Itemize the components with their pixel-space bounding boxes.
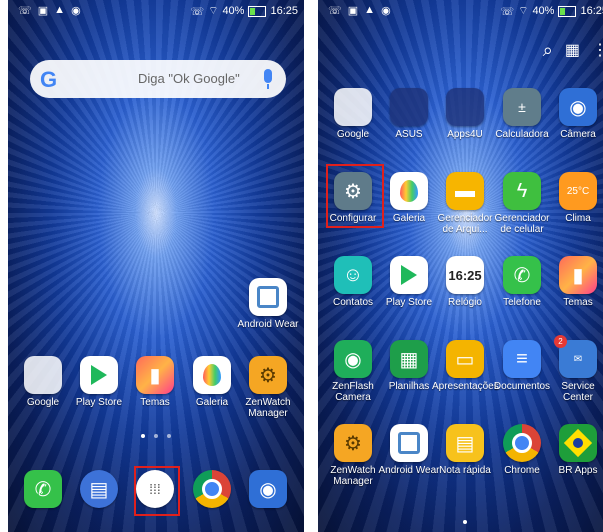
- search-icon[interactable]: ⌕: [543, 40, 553, 61]
- app-label: Temas: [563, 297, 593, 308]
- app-temas[interactable]: ▮ Temas: [545, 256, 603, 308]
- zenflash-icon: ◉: [334, 340, 372, 378]
- phone-icon: ✆: [503, 256, 541, 294]
- google-logo: G: [40, 67, 58, 92]
- battery-percent: 40%: [222, 5, 245, 17]
- more-icon[interactable]: ⋮: [592, 40, 603, 61]
- page-indicator: [463, 520, 467, 524]
- google-folder-icon: [24, 356, 62, 394]
- clock: 16:25: [270, 5, 298, 17]
- zenwatch-manager-icon: ⚙: [249, 356, 287, 394]
- drawer-toolbar: ⌕ ▦ ⋮: [543, 40, 603, 61]
- battery-icon: [248, 5, 267, 17]
- play-store-icon: [80, 356, 118, 394]
- notification-badge: 2: [554, 335, 567, 348]
- image-icon: ▣: [347, 5, 359, 17]
- call-icon: ☏: [500, 5, 515, 18]
- camera-icon: ◉: [559, 88, 597, 126]
- app-label: Android Wear: [237, 319, 299, 330]
- themes-icon: ▮: [136, 356, 174, 394]
- app-zenwatch-manager[interactable]: ⚙ ZenWatch Manager: [235, 356, 301, 419]
- dock-camera[interactable]: ◉: [235, 470, 301, 508]
- clock-icon-time: 16:25: [448, 267, 482, 283]
- clock: 16:25: [580, 5, 603, 17]
- app-label: Câmera: [560, 129, 596, 140]
- brazil-flag-icon: [559, 424, 597, 462]
- warning-icon: ▲: [364, 4, 376, 16]
- play-store-icon: [390, 256, 428, 294]
- app-label: BR Apps: [558, 465, 598, 476]
- spreadsheet-icon: ▦: [390, 340, 428, 378]
- app-service-center[interactable]: ✉ 2 Service Center: [545, 335, 603, 403]
- docs-icon: ≡: [503, 340, 541, 378]
- folder-icon: ▬: [446, 172, 484, 210]
- highlight-configurar: [326, 164, 384, 228]
- wifi-icon: ⌔: [518, 5, 529, 17]
- contacts-icon: ☺: [334, 256, 372, 294]
- calculator-icon: ±: [503, 88, 541, 126]
- themes-icon: ▮: [559, 256, 597, 294]
- grid-settings-icon[interactable]: ▦: [565, 40, 580, 61]
- phone-icon: ✆: [24, 470, 62, 508]
- call-icon: ☏: [18, 5, 32, 17]
- microphone-icon[interactable]: [264, 69, 272, 89]
- app-camera[interactable]: ◉ Câmera: [545, 88, 603, 140]
- gallery-icon: [193, 356, 231, 394]
- service-center-icon: ✉ 2: [554, 335, 597, 378]
- app-label: Service Center: [561, 381, 595, 403]
- call-icon: ☏: [328, 5, 342, 17]
- chrome-notification-icon: ◉: [381, 5, 391, 17]
- quick-memo-icon: ▤: [446, 424, 484, 462]
- battery-percent: 40%: [532, 5, 555, 17]
- home-screen: ☏ ▣ ▲ ◉ ☏ ⌔ 40% 16:25 G Diga "Ok Google"…: [8, 0, 304, 532]
- apps4u-folder-icon: [446, 88, 484, 126]
- weather-temp: 25°C: [566, 185, 590, 197]
- app-android-wear[interactable]: Android Wear: [235, 278, 301, 330]
- app-clima[interactable]: 25°C Clima: [545, 172, 603, 224]
- android-wear-icon: [390, 424, 428, 462]
- battery-icon: [558, 5, 577, 17]
- lightning-icon: ϟ: [503, 172, 541, 210]
- slides-icon: ▭: [446, 340, 484, 378]
- image-icon: ▣: [37, 5, 49, 17]
- app-br-apps[interactable]: BR Apps: [545, 424, 603, 476]
- app-drawer-screen: ☏ ▣ ▲ ◉ ☏ ⌔ 40% 16:25 ⌕ ▦ ⋮ Google ASUS: [318, 0, 603, 532]
- weather-icon: 25°C: [559, 172, 597, 210]
- chrome-icon: [503, 424, 541, 462]
- gallery-icon: [390, 172, 428, 210]
- app-label: Clima: [565, 213, 591, 224]
- chrome-icon: [193, 470, 231, 508]
- google-search-bar[interactable]: G Diga "Ok Google": [30, 60, 286, 98]
- highlight-app-drawer: [134, 466, 180, 516]
- google-folder-icon: [334, 88, 372, 126]
- asus-folder-icon: [390, 88, 428, 126]
- status-bar: ☏ ▣ ▲ ◉ ☏ ⌔ 40% 16:25: [8, 0, 304, 20]
- camera-icon: ◉: [249, 470, 287, 508]
- call-icon: ☏: [190, 5, 205, 18]
- wifi-icon: ⌔: [208, 5, 219, 17]
- app-label: ZenWatch Manager: [245, 397, 291, 419]
- warning-icon: ▲: [54, 4, 66, 16]
- clock-icon: 16:25: [446, 256, 484, 294]
- chrome-notification-icon: ◉: [71, 5, 81, 17]
- zenwatch-manager-icon: ⚙: [334, 424, 372, 462]
- status-bar: ☏ ▣ ▲ ◉ ☏ ⌔ 40% 16:25: [318, 0, 603, 20]
- search-placeholder: Diga "Ok Google": [138, 71, 240, 86]
- message-icon: ▤: [80, 470, 118, 508]
- android-wear-icon: [249, 278, 287, 316]
- page-indicator: [141, 434, 171, 438]
